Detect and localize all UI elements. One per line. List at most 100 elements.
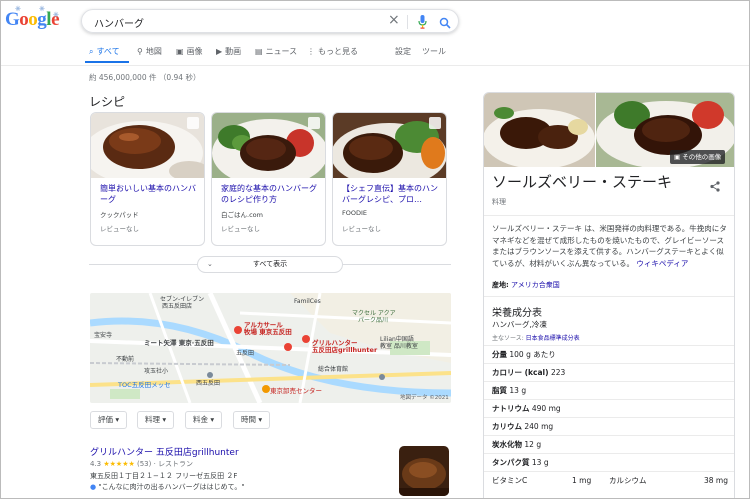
local-result-title[interactable]: グリルハンター 五反田店grillhunter xyxy=(90,445,239,458)
recipes-heading: レシピ xyxy=(89,95,126,109)
nutrient-value: 12 g xyxy=(524,440,542,449)
nutrition-subtitle: ハンバーグ,冷凍 xyxy=(492,320,547,329)
nutrition-row: 分量 100 g あたり xyxy=(484,345,734,363)
nutrient-label: 炭水化物 xyxy=(492,440,522,449)
recipe-card[interactable]: 家庭的な基本のハンバーグのレシピ作り方 白ごはん.com レビューなし xyxy=(211,112,326,246)
more-vert-icon: ⋮ xyxy=(307,47,315,56)
filter-chip-hours[interactable]: 時間 ▾ xyxy=(233,411,271,429)
nutrition-title: 栄養成分表 xyxy=(492,308,542,319)
local-map[interactable]: セブン-イレブン西五反田店 FamilCes マクセル アクアパーク品川 アルカ… xyxy=(90,293,451,403)
chip-label: 料理 xyxy=(145,415,160,424)
share-icon[interactable] xyxy=(710,177,720,196)
search-divider xyxy=(407,15,408,29)
tab-label: 画像 xyxy=(186,47,203,56)
svg-text:宝安寺: 宝安寺 xyxy=(94,331,112,339)
source-label: 主なソース: xyxy=(492,335,524,342)
chevron-down-icon: ⌄ xyxy=(207,260,213,268)
nutrient-label: カルシウム xyxy=(609,476,647,485)
map-pin-icon xyxy=(262,385,270,393)
map-pin-icon xyxy=(302,335,310,343)
more-images-button[interactable]: ▣ その他の画像 xyxy=(670,150,726,164)
kp-image[interactable] xyxy=(484,93,595,167)
filter-chip-price[interactable]: 料金 ▾ xyxy=(185,411,223,429)
map-pin-icon xyxy=(284,343,292,351)
nutrient-label: ナトリウム xyxy=(492,404,530,413)
review-count: (53) xyxy=(137,460,152,468)
show-all-label: すべて表示 xyxy=(252,260,288,268)
tab-label: 設定 xyxy=(395,47,411,56)
local-result-image[interactable] xyxy=(399,446,449,496)
search-icon[interactable] xyxy=(439,14,451,33)
nutrition-source: 主なソース: 日本食品標準成分表 xyxy=(492,333,580,342)
svg-text:五反田: 五反田 xyxy=(236,349,254,357)
kp-description: ソールズベリー・ステーキ は、米国発祥の肉料理である。牛挽肉にタマネギなどを混ぜ… xyxy=(492,223,730,269)
svg-text:西五反田: 西五反田 xyxy=(196,379,220,387)
nutrition-row: 炭水化物 12 g xyxy=(484,435,734,453)
source-link[interactable]: 日本食品標準成分表 xyxy=(526,335,580,342)
nutrition-row: カリウム 240 mg xyxy=(484,417,734,435)
wikipedia-link[interactable]: ウィキペディア xyxy=(636,259,688,268)
tab-label: もっと見る xyxy=(318,47,358,56)
nutrient-value: 38 mg xyxy=(704,476,728,485)
nutrient-value: 240 mg xyxy=(524,422,554,431)
nutrient-value: 100 g あたり xyxy=(509,350,556,359)
nutrient-label: カリウム xyxy=(492,422,522,431)
nutrition-row: カロリー (kcal) 223 xyxy=(484,363,734,381)
map-pin-icon: ⚲ xyxy=(137,47,143,56)
svg-text:総合体育館: 総合体育館 xyxy=(318,365,348,373)
tab-news[interactable]: ▤ ニュース xyxy=(255,46,297,57)
microphone-icon[interactable] xyxy=(418,14,427,33)
knowledge-panel: ▣ その他の画像 ソールズベリー・ステーキ 料理 ソールズベリー・ステーキ は、… xyxy=(483,92,735,498)
tab-settings[interactable]: 設定 xyxy=(395,46,411,57)
bookmark-icon[interactable] xyxy=(429,117,441,129)
bookmark-icon[interactable] xyxy=(187,117,199,129)
svg-text:不動前: 不動前 xyxy=(116,355,134,363)
tab-maps[interactable]: ⚲ 地図 xyxy=(137,46,162,57)
divider xyxy=(484,296,734,297)
tab-videos[interactable]: ▶ 動画 xyxy=(216,46,241,57)
search-box[interactable]: ハンバーグ × xyxy=(81,9,459,33)
tab-label: ニュース xyxy=(265,47,298,56)
recipe-title[interactable]: 家庭的な基本のハンバーグのレシピ作り方 xyxy=(221,183,321,205)
tab-images[interactable]: ▣ 画像 xyxy=(176,46,203,57)
tab-all[interactable]: ⌕ すべて xyxy=(89,46,120,57)
result-stats: 約 456,000,000 件 （0.94 秒） xyxy=(89,73,201,82)
category: レストラン xyxy=(158,460,194,468)
recipe-card[interactable]: 【シェフ直伝】基本のハンバーグレシピ、プロ… FOODIE レビューなし xyxy=(332,112,447,246)
recipe-title[interactable]: 簡単おいしい基本のハンバーグ xyxy=(100,183,200,205)
recipe-reviews: レビューなし xyxy=(342,225,381,233)
svg-text:TOC五反田メッセ: TOC五反田メッセ xyxy=(117,380,171,389)
origin-link[interactable]: アメリカ合衆国 xyxy=(511,281,560,289)
tab-tools[interactable]: ツール xyxy=(422,46,446,57)
filter-chip-cuisine[interactable]: 料理 ▾ xyxy=(137,411,175,429)
recipe-card[interactable]: 簡単おいしい基本のハンバーグ クックパッド レビューなし xyxy=(90,112,205,246)
nutrient-label: 脂質 xyxy=(492,386,507,395)
recipe-reviews: レビューなし xyxy=(221,225,260,233)
local-result-rating: 4.3 ★★★★★ (53) · レストラン xyxy=(90,460,194,468)
svg-text:地図データ ©2021: 地図データ ©2021 xyxy=(400,393,449,401)
bookmark-icon[interactable] xyxy=(308,117,320,129)
tab-more[interactable]: ⋮ もっと見る xyxy=(307,46,358,57)
recipe-title[interactable]: 【シェフ直伝】基本のハンバーグレシピ、プロ… xyxy=(342,183,442,205)
quote-text: "こんなに肉汁の出るハンバーグははじめて。" xyxy=(98,483,245,491)
recipe-source: クックパッド xyxy=(100,211,139,219)
svg-text:東京卸売センター: 東京卸売センター xyxy=(270,386,322,395)
google-logo[interactable]: Google ✳ ✳ ✳ xyxy=(5,5,59,31)
nutrient-label: カロリー (kcal) xyxy=(492,368,549,377)
chip-label: 評価 xyxy=(98,415,113,424)
nutrient-label: タンパク質 xyxy=(492,458,530,467)
local-result-quote: ● "こんなに肉汁の出るハンバーグははじめて。" xyxy=(90,482,245,492)
search-input[interactable]: ハンバーグ xyxy=(94,15,144,30)
star-icons: ★★★★★ xyxy=(103,460,135,468)
chip-label: 料金 xyxy=(193,415,208,424)
local-result-address: 東五反田１丁目２１−１２ フリーゼ五反田 ２F xyxy=(90,472,238,480)
recipe-source: FOODIE xyxy=(342,209,368,217)
header-divider xyxy=(1,65,749,66)
chip-label: 時間 xyxy=(241,415,256,424)
nutrient-value: 1 mg xyxy=(572,476,592,485)
search-icon: ⌕ xyxy=(89,46,94,56)
filter-chip-rating[interactable]: 評価 ▾ xyxy=(90,411,128,429)
show-all-button[interactable]: ⌄ すべて表示 xyxy=(197,256,343,273)
active-tab-indicator xyxy=(85,61,129,63)
clear-icon[interactable]: × xyxy=(388,12,400,28)
